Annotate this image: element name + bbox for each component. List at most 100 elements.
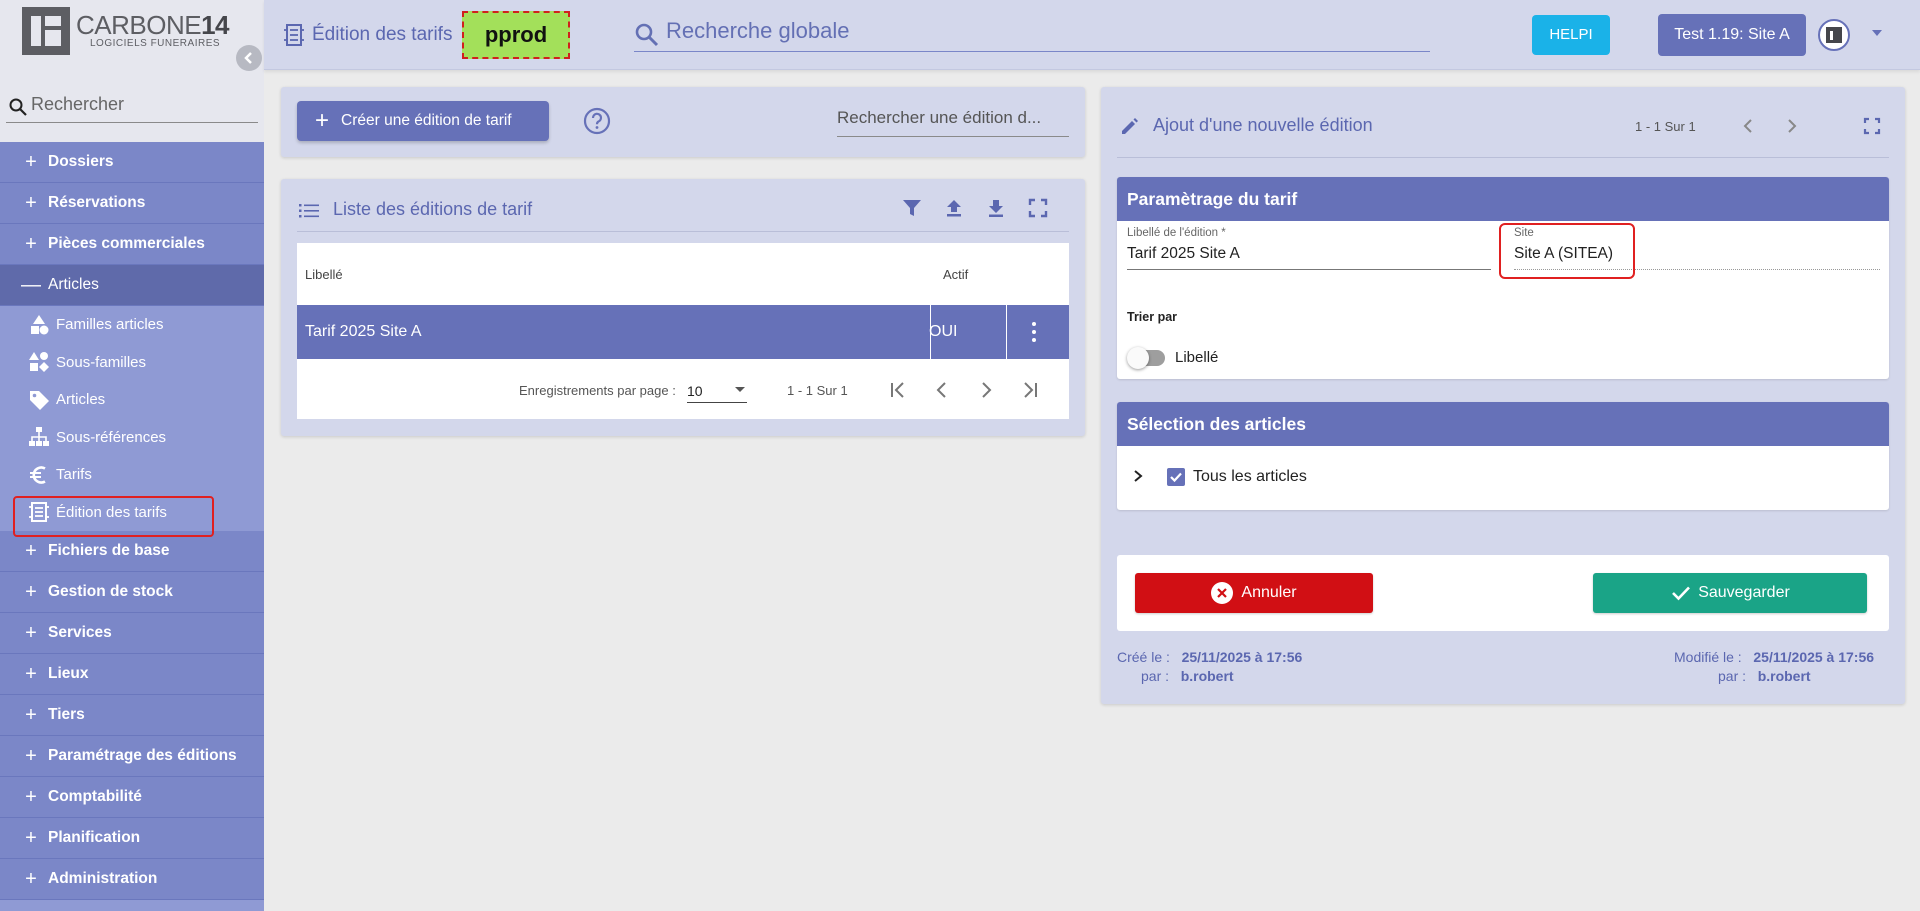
param-card: Paramètrage du tarif Libellé de l'éditio…: [1117, 177, 1889, 379]
collapse-sidebar-button[interactable]: [236, 45, 262, 71]
more-vert-icon[interactable]: [1031, 322, 1037, 344]
create-edition-button[interactable]: + Créer une édition de tarif: [297, 101, 549, 141]
sidebar-nav: + Dossiers + Réservations + Pièces commerci…: [0, 142, 264, 900]
list-icon: [299, 204, 319, 218]
sidebar-item-administration[interactable]: + Administration: [0, 859, 264, 900]
download-icon[interactable]: [985, 197, 1007, 219]
sidebar-item-services[interactable]: + Services: [0, 613, 264, 654]
sidebar-subitem-edition-des-tarifs[interactable]: Édition des tarifs: [0, 493, 264, 536]
column-header-actif[interactable]: Actif: [943, 267, 968, 282]
sidebar-item-parametrage-des-editions[interactable]: + Paramétrage des éditions: [0, 736, 264, 777]
next-page-icon[interactable]: [975, 379, 997, 401]
sidebar-subitem-label: Articles: [56, 391, 106, 409]
chevron-left-icon: [244, 52, 252, 64]
toolbar-panel: + Créer une édition de tarif: [281, 87, 1085, 157]
sidebar-subitem-sous-familles[interactable]: Sous-familles: [0, 343, 264, 381]
plus-icon: +: [25, 662, 37, 685]
helpi-button[interactable]: HELPI: [1532, 15, 1610, 55]
prev-record-icon[interactable]: [1739, 117, 1757, 135]
plus-icon: +: [25, 703, 37, 726]
sidebar-item-label: Gestion de stock: [48, 583, 173, 600]
modified-by-meta: par : b.robert: [1718, 668, 1811, 684]
sidebar-item-fichiers-de-base[interactable]: + Fichiers de base: [0, 531, 264, 572]
cancel-button[interactable]: Annuler: [1135, 573, 1373, 613]
next-record-icon[interactable]: [1783, 117, 1801, 135]
upload-icon[interactable]: [943, 197, 965, 219]
sidebar-item-planification[interactable]: + Planification: [0, 818, 264, 859]
sidebar-item-label: Services: [48, 624, 112, 641]
chevron-right-icon[interactable]: [1131, 469, 1145, 483]
cell-actif: OUI: [929, 323, 958, 340]
editions-table: Libellé Actif Tarif 2025 Site A OUI Enre…: [297, 243, 1069, 419]
plus-icon: +: [25, 539, 37, 562]
sort-option-label: Libellé: [1175, 349, 1219, 366]
sidebar-item-label: Réservations: [48, 194, 146, 211]
sidebar-subitem-articles[interactable]: Articles: [0, 381, 264, 419]
all-articles-label: Tous les articles: [1193, 468, 1307, 485]
fullscreen-icon[interactable]: [1027, 197, 1049, 219]
save-button[interactable]: Sauvegarder: [1593, 573, 1867, 613]
selection-card: Sélection des articles Tous les articles: [1117, 402, 1889, 510]
sitemap-icon: [29, 427, 49, 447]
caret-down-icon[interactable]: [1870, 26, 1884, 40]
column-header-libelle[interactable]: Libellé: [305, 267, 343, 282]
site-selector-button[interactable]: Test 1.19: Site A: [1658, 14, 1806, 56]
sidebar-item-gestion-de-stock[interactable]: + Gestion de stock: [0, 572, 264, 613]
prev-page-icon[interactable]: [931, 379, 953, 401]
all-articles-checkbox[interactable]: [1167, 468, 1185, 486]
help-icon[interactable]: [583, 107, 611, 135]
per-page-select[interactable]: 10: [687, 377, 747, 403]
sidebar-subitem-sous-references[interactable]: Sous-références: [0, 418, 264, 456]
global-search-input[interactable]: [666, 16, 1406, 46]
brand-tagline: LOGICIELS FUNERAIRES: [90, 38, 221, 49]
search-icon: [635, 23, 659, 47]
sort-toggle[interactable]: [1127, 347, 1165, 369]
filter-icon[interactable]: [901, 197, 923, 219]
first-page-icon[interactable]: [887, 379, 909, 401]
shapes-multi-icon: [29, 352, 49, 373]
plus-icon: +: [25, 744, 37, 767]
sidebar-subitem-tarifs[interactable]: Tarifs: [0, 456, 264, 494]
plus-icon: +: [315, 107, 330, 134]
plus-icon: +: [25, 826, 37, 849]
table-header: Libellé Actif: [297, 243, 1069, 305]
sidebar-item-comptabilite[interactable]: + Comptabilité: [0, 777, 264, 818]
created-label: Créé le :: [1117, 649, 1170, 665]
table-row[interactable]: Tarif 2025 Site A OUI: [297, 305, 1069, 359]
avatar[interactable]: [1818, 19, 1850, 51]
divider: [1006, 305, 1007, 359]
sidebar-search-input[interactable]: [31, 92, 251, 116]
sidebar-item-dossiers[interactable]: + Dossiers: [0, 142, 264, 183]
site-highlight: [1499, 223, 1635, 279]
fullscreen-icon[interactable]: [1863, 117, 1881, 135]
edit-icon: [1122, 118, 1138, 134]
libelle-field-label: Libellé de l'édition *: [1127, 227, 1226, 239]
divider: [1117, 157, 1889, 158]
plus-icon: +: [25, 785, 37, 808]
check-icon: [1170, 472, 1182, 483]
sidebar-subitem-label: Sous-références: [56, 428, 167, 446]
modified-meta: Modifié le : 25/11/2025 à 17:56: [1674, 649, 1874, 665]
environment-badge: pprod: [462, 11, 570, 59]
plus-icon: +: [25, 150, 37, 173]
editor-count: 1 - 1 Sur 1: [1635, 119, 1696, 134]
sidebar-item-reservations[interactable]: + Réservations: [0, 183, 264, 224]
plus-icon: +: [25, 621, 37, 644]
modified-label: Modifié le :: [1674, 649, 1742, 665]
plus-icon: +: [25, 232, 37, 255]
edition-search-input[interactable]: [837, 103, 1069, 133]
modified-by-label: par :: [1718, 668, 1747, 684]
sidebar-item-articles[interactable]: — Articles: [0, 265, 264, 306]
sidebar-item-pieces-commerciales[interactable]: + Pièces commerciales: [0, 224, 264, 265]
sidebar-item-lieux[interactable]: + Lieux: [0, 654, 264, 695]
selection-section-title: Sélection des articles: [1117, 402, 1889, 446]
sidebar-item-label: Lieux: [48, 665, 89, 682]
sidebar-item-tiers[interactable]: + Tiers: [0, 695, 264, 736]
save-label: Sauvegarder: [1698, 584, 1790, 601]
sidebar-item-label: Administration: [48, 870, 158, 887]
libelle-field[interactable]: Tarif 2025 Site A: [1127, 245, 1240, 263]
plus-icon: +: [25, 867, 37, 890]
last-page-icon[interactable]: [1019, 379, 1041, 401]
top-header: Édition des tarifs pprod HELPI Test 1.19…: [264, 0, 1920, 70]
sidebar-subitem-familles-articles[interactable]: Familles articles: [0, 306, 264, 344]
